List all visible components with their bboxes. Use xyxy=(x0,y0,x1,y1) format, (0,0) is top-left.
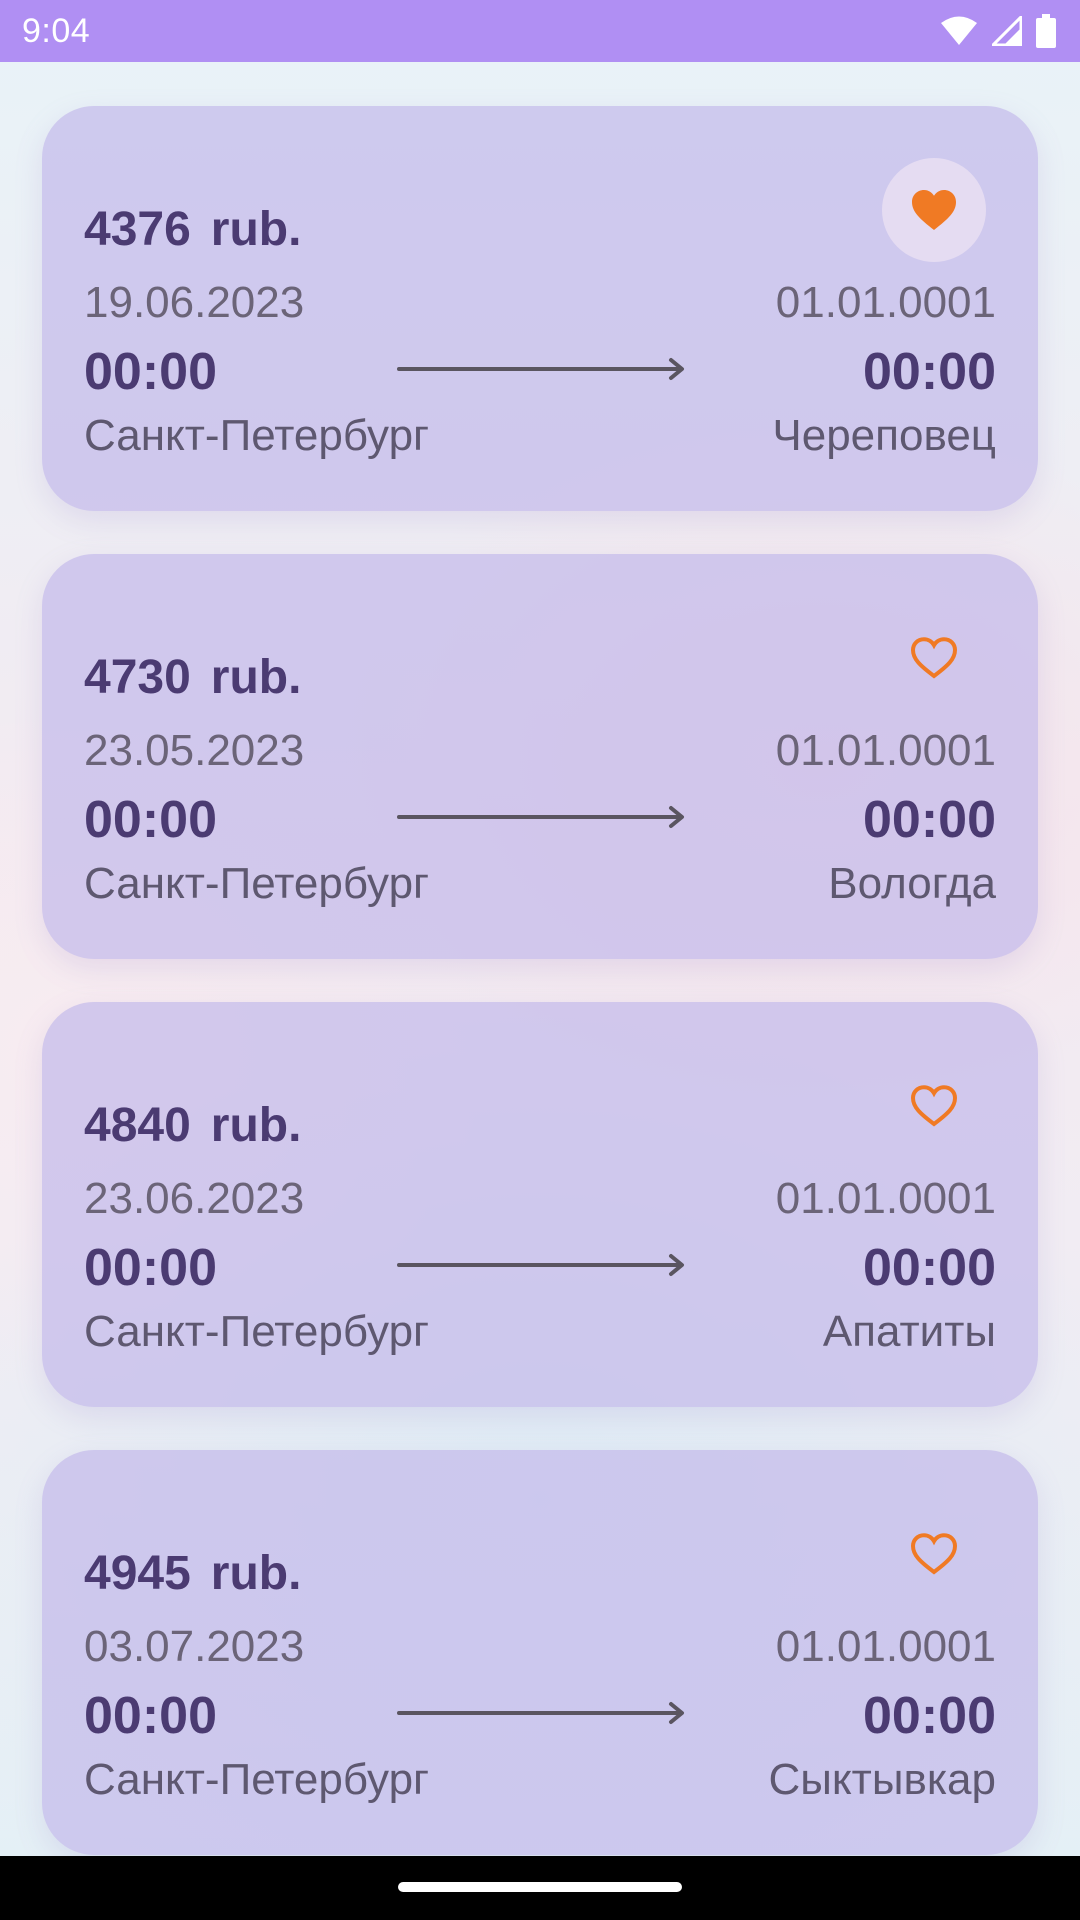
arrival-date: 01.01.0001 xyxy=(775,1174,996,1223)
departure-date: 23.06.2023 xyxy=(84,1174,305,1223)
status-icons xyxy=(940,14,1056,48)
departure-city: Санкт-Петербург xyxy=(84,859,430,908)
price-currency: rub. xyxy=(210,203,302,256)
arrival-date: 01.01.0001 xyxy=(775,278,996,327)
arrival-city: Вологда xyxy=(828,859,996,908)
favorite-button[interactable] xyxy=(882,606,986,710)
ticket-price: 4840 rub. xyxy=(84,1102,301,1150)
price-currency: rub. xyxy=(210,1099,302,1152)
status-bar: 9:04 xyxy=(0,0,1080,62)
arrival-time: 00:00 xyxy=(863,791,996,849)
ticket-card[interactable]: 4730 rub. 23.05.2023 01.01.0001 00:00 00… xyxy=(42,554,1038,959)
arrow-right-icon xyxy=(397,806,684,828)
navigation-bar xyxy=(0,1856,1080,1920)
departure-city: Санкт-Петербург xyxy=(84,1307,430,1356)
departure-time: 00:00 xyxy=(84,1687,217,1745)
ticket-price: 4730 rub. xyxy=(84,654,301,702)
arrival-date: 01.01.0001 xyxy=(775,726,996,775)
price-amount: 4840 xyxy=(84,1099,191,1152)
arrival-city: Апатиты xyxy=(822,1307,996,1356)
arrival-time: 00:00 xyxy=(863,1687,996,1745)
ticket-price: 4376 rub. xyxy=(84,206,301,254)
heart-outline-icon xyxy=(910,1533,958,1575)
price-currency: rub. xyxy=(210,651,302,704)
wifi-icon xyxy=(940,16,978,46)
arrow-right-icon xyxy=(397,1254,684,1276)
arrival-time: 00:00 xyxy=(863,343,996,401)
price-amount: 4730 xyxy=(84,651,191,704)
heart-outline-icon xyxy=(910,637,958,679)
arrival-city: Сыктывкар xyxy=(768,1755,996,1804)
departure-city: Санкт-Петербург xyxy=(84,411,430,460)
arrival-date: 01.01.0001 xyxy=(775,1622,996,1671)
signal-icon xyxy=(992,16,1022,46)
price-currency: rub. xyxy=(210,1547,302,1600)
departure-time: 00:00 xyxy=(84,791,217,849)
battery-icon xyxy=(1036,14,1056,48)
status-time: 9:04 xyxy=(22,11,91,50)
price-amount: 4376 xyxy=(84,203,191,256)
ticket-price: 4945 rub. xyxy=(84,1550,301,1598)
favorite-button[interactable] xyxy=(882,1054,986,1158)
ticket-card[interactable]: 4376 rub. 19.06.2023 01.01.0001 00:00 00… xyxy=(42,106,1038,511)
heart-outline-icon xyxy=(910,1085,958,1127)
arrow-right-icon xyxy=(397,358,684,380)
home-gesture-handle[interactable] xyxy=(398,1882,682,1892)
favorite-button[interactable] xyxy=(882,158,986,262)
ticket-card[interactable]: 4840 rub. 23.06.2023 01.01.0001 00:00 00… xyxy=(42,1002,1038,1407)
favorite-button[interactable] xyxy=(882,1502,986,1606)
ticket-card[interactable]: 4945 rub. 03.07.2023 01.01.0001 00:00 00… xyxy=(42,1450,1038,1855)
heart-filled-icon xyxy=(912,190,956,230)
price-amount: 4945 xyxy=(84,1547,191,1600)
departure-date: 03.07.2023 xyxy=(84,1622,305,1671)
arrow-right-icon xyxy=(397,1702,684,1724)
departure-time: 00:00 xyxy=(84,1239,217,1297)
arrival-city: Череповец xyxy=(772,411,996,460)
departure-city: Санкт-Петербург xyxy=(84,1755,430,1804)
arrival-time: 00:00 xyxy=(863,1239,996,1297)
departure-time: 00:00 xyxy=(84,343,217,401)
departure-date: 19.06.2023 xyxy=(84,278,305,327)
departure-date: 23.05.2023 xyxy=(84,726,305,775)
